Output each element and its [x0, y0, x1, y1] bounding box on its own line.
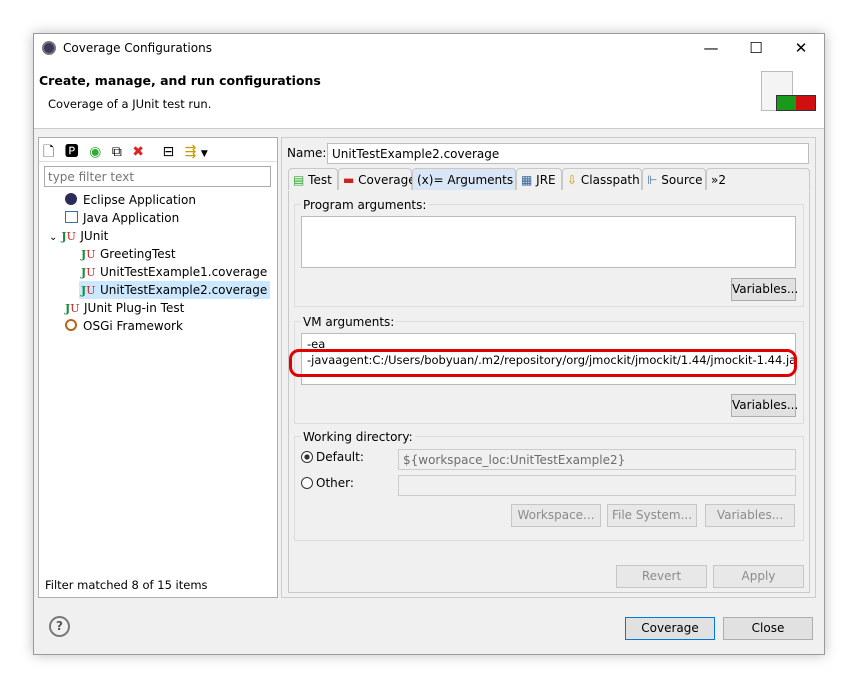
- revert-button[interactable]: Revert: [616, 565, 707, 588]
- close-window-button[interactable]: ✕: [791, 38, 811, 58]
- tab-arguments[interactable]: (x)= Arguments: [412, 168, 516, 190]
- tree-item-java-application[interactable]: Java Application: [65, 209, 179, 227]
- title-bar: Coverage Configurations — ☐ ✕: [34, 34, 824, 63]
- new-config-icon[interactable]: 🗋: [43, 144, 54, 160]
- filter-input[interactable]: [44, 166, 271, 187]
- dialog-window: Coverage Configurations — ☐ ✕ Create, ma…: [33, 33, 825, 655]
- tab-test[interactable]: ▤ Test: [288, 168, 338, 190]
- close-button[interactable]: Close: [723, 617, 813, 640]
- highlight-box: [289, 349, 797, 377]
- default-dir-field: ${workspace_loc:UnitTestExample2}: [398, 449, 796, 470]
- program-args-label: Program arguments:: [301, 198, 429, 212]
- tab-source[interactable]: ⊩ Source: [642, 168, 706, 190]
- name-label: Name:: [287, 146, 327, 160]
- delete-icon[interactable]: ✖: [132, 144, 144, 160]
- other-radio[interactable]: Other:: [301, 476, 354, 490]
- program-variables-button[interactable]: Variables...: [731, 278, 798, 301]
- workdir-variables-button[interactable]: Variables...: [705, 504, 795, 527]
- tab-classpath[interactable]: ⇩ Classpath: [562, 168, 642, 190]
- junit-icon: JU: [81, 266, 96, 279]
- java-app-icon: [65, 211, 78, 223]
- tab-jre[interactable]: ▦ JRE: [516, 168, 562, 190]
- osgi-icon: [65, 319, 77, 331]
- config-list-panel: 🗋 🅿 ◉ ⧉ ✖ ⊟ ⇶ ▼ Eclipse Application Java…: [38, 137, 278, 598]
- tree-item-junit[interactable]: ⌄ JU JUnit: [49, 227, 108, 245]
- coverage-banner-icon: [761, 71, 817, 117]
- maximize-button[interactable]: ☐: [746, 38, 766, 58]
- filter-icon[interactable]: ⇶: [185, 144, 197, 160]
- junit-icon: JU: [81, 248, 96, 261]
- vm-args-label: VM arguments:: [301, 315, 397, 329]
- tree-item-unittestexample1[interactable]: JU UnitTestExample1.coverage: [81, 263, 267, 281]
- tab-coverage[interactable]: ▬ Coverage: [338, 168, 416, 190]
- default-radio[interactable]: Default:: [301, 450, 364, 464]
- vm-variables-button[interactable]: Variables...: [731, 394, 798, 417]
- dialog-header: Create, manage, and run configurations C…: [34, 63, 824, 129]
- more-tabs[interactable]: »2: [706, 168, 810, 190]
- tab-bar: ▤ Test ▬ Coverage (x)= Arguments ▦ JRE ⇩…: [288, 168, 810, 191]
- minimize-button[interactable]: —: [701, 38, 721, 58]
- collapse-all-icon[interactable]: ⊟: [162, 144, 174, 160]
- config-editor: Name: UnitTestExample2.coverage ▤ Test ▬…: [281, 137, 816, 598]
- junit-icon: JU: [81, 284, 96, 297]
- tree-item-unittestexample2[interactable]: JU UnitTestExample2.coverage: [79, 281, 271, 299]
- duplicate-icon[interactable]: ⧉: [112, 144, 122, 160]
- other-dir-field[interactable]: [398, 475, 796, 496]
- junit-icon: JU: [61, 230, 76, 243]
- tree-item-osgi-framework[interactable]: OSGi Framework: [65, 317, 183, 335]
- workdir-label: Working directory:: [301, 430, 415, 444]
- tree-item-junit-plugin-test[interactable]: JU JUnit Plug-in Test: [65, 299, 184, 317]
- filter-status: Filter matched 8 of 15 items: [45, 578, 208, 592]
- apply-button[interactable]: Apply: [713, 565, 804, 588]
- coverage-button[interactable]: Coverage: [625, 617, 715, 640]
- workspace-button[interactable]: Workspace...: [511, 504, 601, 527]
- new-prototype-icon[interactable]: 🅿: [65, 144, 79, 160]
- file-system-button[interactable]: File System...: [607, 504, 697, 527]
- program-args-textarea[interactable]: [301, 216, 796, 268]
- header-title: Create, manage, and run configurations: [39, 73, 321, 88]
- window-title: Coverage Configurations: [63, 41, 212, 55]
- chevron-down-icon[interactable]: ▼: [201, 149, 208, 159]
- header-subtitle: Coverage of a JUnit test run.: [48, 97, 212, 111]
- toolbar: 🗋 🅿 ◉ ⧉ ✖ ⊟ ⇶ ▼: [43, 141, 208, 161]
- tree-item-greetingtest[interactable]: JU GreetingTest: [81, 245, 176, 263]
- eclipse-icon: [42, 41, 56, 55]
- chevron-down-icon[interactable]: ⌄: [49, 232, 57, 243]
- tree-item-eclipse-application[interactable]: Eclipse Application: [65, 191, 196, 209]
- eclipse-icon: [65, 193, 77, 205]
- help-button[interactable]: ?: [49, 616, 70, 637]
- junit-plugin-icon: JU: [65, 302, 80, 315]
- export-icon[interactable]: ◉: [89, 144, 101, 160]
- name-input[interactable]: UnitTestExample2.coverage: [327, 143, 809, 164]
